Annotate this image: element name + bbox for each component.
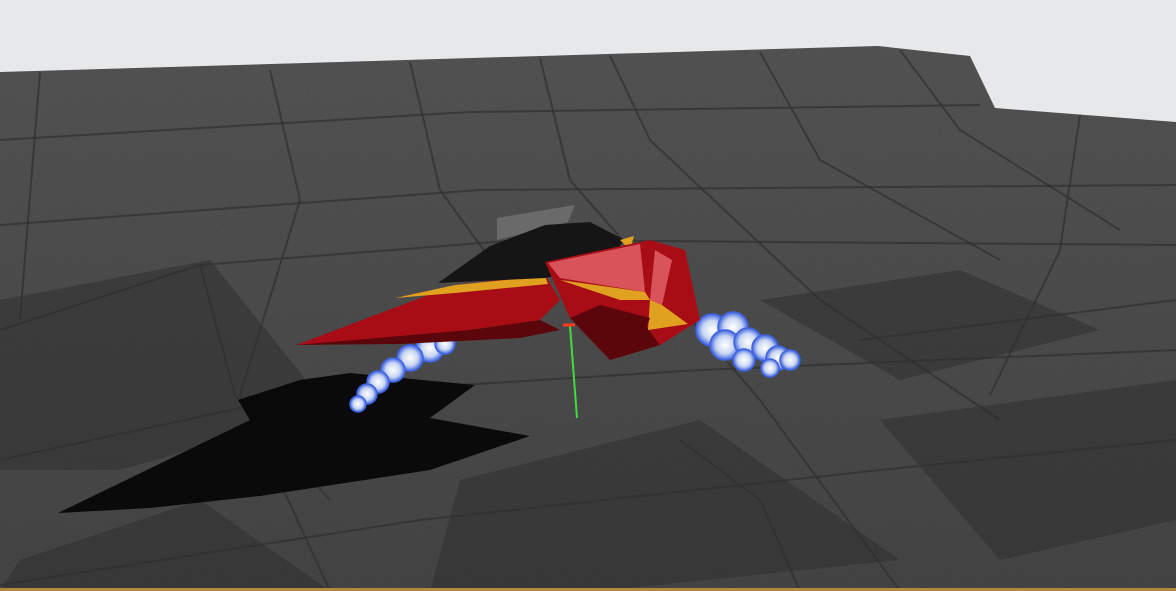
game-scene[interactable] xyxy=(0,0,1176,591)
game-viewport[interactable] xyxy=(0,0,1176,591)
